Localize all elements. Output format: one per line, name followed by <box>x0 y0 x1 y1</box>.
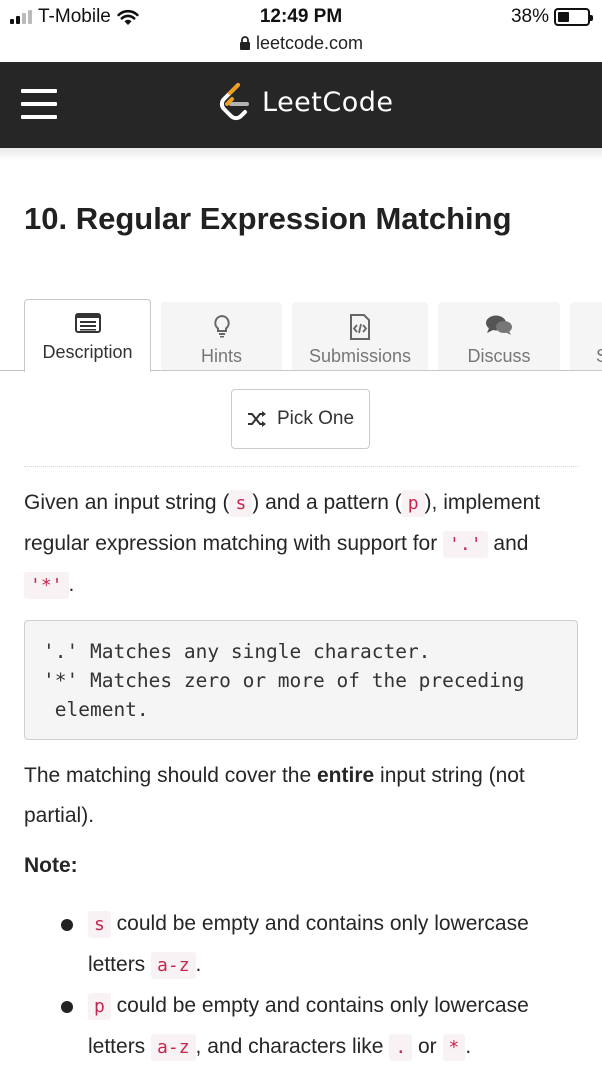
page-title: 10. Regular Expression Matching <box>24 201 512 236</box>
inline-code: a-z <box>151 952 196 979</box>
list-item: p could be empty and contains only lower… <box>61 986 588 1068</box>
tab-partial[interactable]: S <box>570 302 602 370</box>
note-list: s could be empty and contains only lower… <box>61 904 588 1068</box>
inline-code: '.' <box>443 531 488 558</box>
text: , and characters like <box>195 1035 390 1058</box>
tab-submissions[interactable]: Submissions <box>292 302 428 370</box>
inline-code: p <box>88 993 111 1020</box>
text: . <box>195 953 202 976</box>
status-bar: T-Mobile 12:49 PM leetcode.com 38% <box>0 0 602 62</box>
tab-label: Discuss <box>467 346 531 366</box>
inline-code: s <box>229 490 253 517</box>
text: Given an input string ( <box>24 491 230 514</box>
tab-discuss[interactable]: Discuss <box>438 302 560 370</box>
description-paragraph: Given an input string (s) and a pattern … <box>24 483 580 606</box>
list-item: s could be empty and contains only lower… <box>61 904 588 986</box>
tab-description[interactable]: Description <box>24 299 151 372</box>
divider <box>24 466 578 467</box>
text: . <box>465 1035 472 1058</box>
leetcode-brand[interactable]: LeetCode <box>218 82 394 122</box>
menu-icon[interactable] <box>21 89 57 119</box>
lightbulb-icon <box>213 314 230 338</box>
inline-code: s <box>88 911 111 938</box>
tab-hints[interactable]: Hints <box>161 302 282 370</box>
battery-icon <box>554 8 593 26</box>
lock-icon <box>239 36 250 50</box>
battery-fill <box>558 12 569 22</box>
navbar-shadow <box>0 148 602 160</box>
battery-percent: 38% <box>510 6 549 27</box>
url-text: leetcode.com <box>255 33 364 53</box>
tab-label: Description <box>42 342 133 362</box>
top-navbar: LeetCode <box>0 62 602 148</box>
tab-label: Submissions <box>308 346 412 366</box>
text: ) and a pattern ( <box>252 491 402 514</box>
text: The matching should cover the <box>24 764 317 787</box>
code-block: '.' Matches any single character. '*' Ma… <box>24 620 578 740</box>
matching-paragraph: The matching should cover the entire inp… <box>24 756 580 836</box>
text: or <box>412 1035 443 1058</box>
code-file-icon <box>350 314 370 340</box>
inline-code: . <box>389 1034 413 1061</box>
inline-code: * <box>442 1034 466 1061</box>
pick-one-button[interactable]: Pick One <box>231 389 370 449</box>
brand-name: LeetCode <box>262 86 394 118</box>
inline-code: '*' <box>24 572 69 599</box>
description-icon <box>74 313 101 333</box>
bold-text: entire <box>317 764 375 787</box>
pick-one-label: Pick One <box>276 408 355 429</box>
note-heading: Note: <box>24 854 78 877</box>
text: . <box>68 573 75 596</box>
text: and <box>487 532 529 555</box>
problem-tabs: Description Hints Submissions Discuss <box>0 299 602 372</box>
leetcode-logo-icon <box>219 83 249 121</box>
tab-label: Hints <box>200 346 242 366</box>
inline-code: p <box>401 490 425 517</box>
tab-label: S <box>596 346 602 367</box>
address-bar[interactable]: leetcode.com <box>0 33 602 54</box>
battery-info: 38% <box>510 6 593 28</box>
shuffle-icon <box>247 411 266 427</box>
chat-icon <box>486 315 512 335</box>
inline-code: a-z <box>151 1034 196 1061</box>
